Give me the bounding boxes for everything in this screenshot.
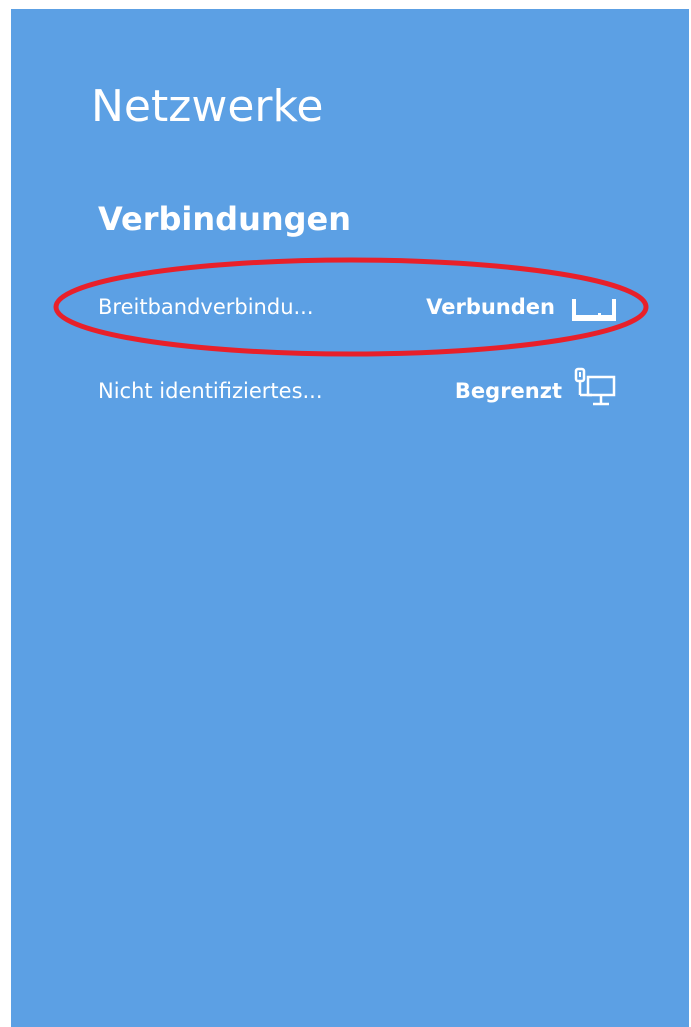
network-status: Verbunden — [426, 295, 555, 319]
networks-panel: Netzwerke Verbindungen Breitbandverbindu… — [11, 9, 689, 1027]
panel-title: Netzwerke — [91, 81, 324, 132]
network-name: Breitbandverbindu... — [98, 295, 314, 319]
wired-network-icon — [574, 367, 616, 406]
network-item-unidentified[interactable]: Nicht identifiziertes... Begrenzt — [98, 366, 658, 416]
network-name: Nicht identifiziertes... — [98, 379, 323, 403]
screenshot: Netzwerke Verbindungen Breitbandverbindu… — [0, 0, 691, 1027]
broadband-connection-icon — [572, 299, 616, 321]
network-status: Begrenzt — [454, 379, 562, 403]
network-item-broadband[interactable]: Breitbandverbindu... Verbunden — [98, 282, 658, 332]
connections-section-title: Verbindungen — [98, 200, 352, 238]
